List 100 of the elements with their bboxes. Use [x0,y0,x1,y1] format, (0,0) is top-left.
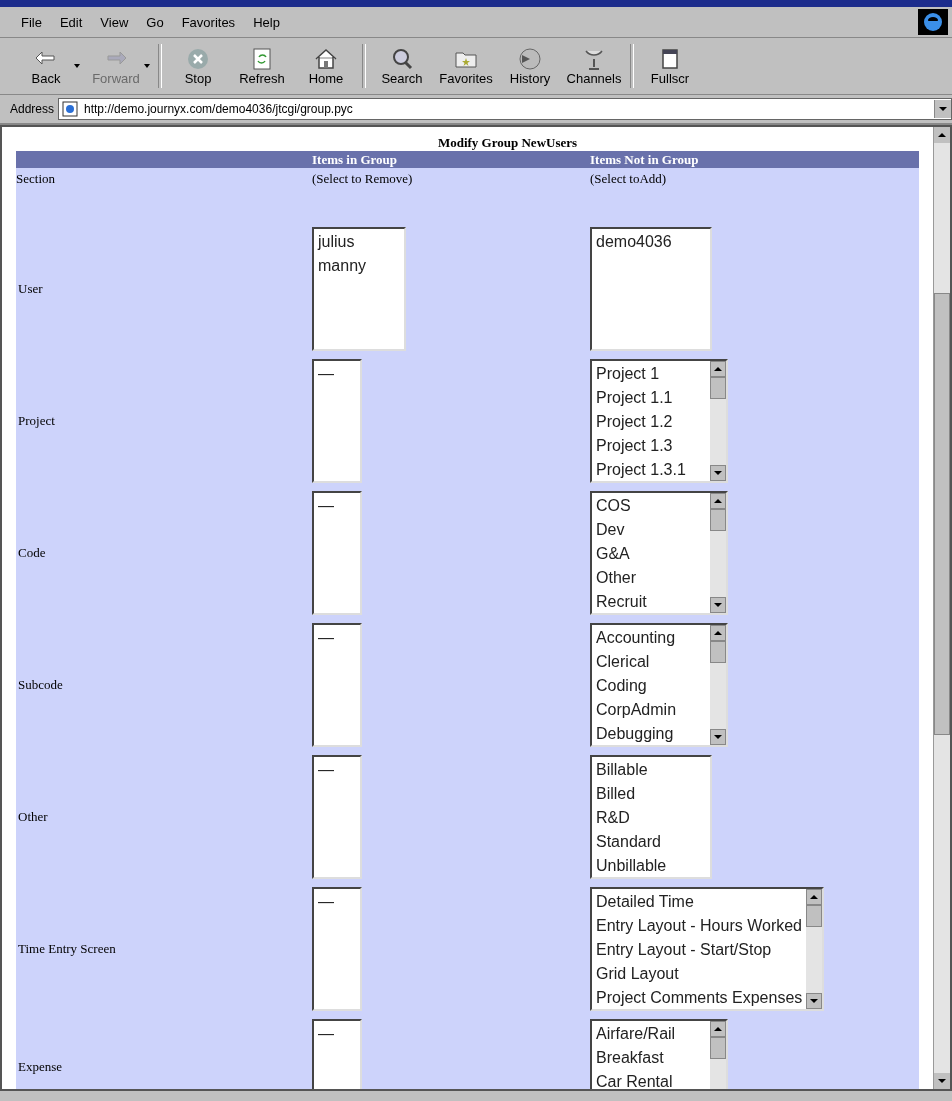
list-option[interactable]: manny [318,254,400,278]
row-label: Expense [16,1015,312,1089]
list-option[interactable]: Recruit [596,590,706,613]
row-label: User [16,223,312,355]
row-label: Project [16,355,312,487]
menu-item[interactable]: Help [244,14,289,30]
scroll-thumb[interactable] [806,905,823,927]
scroll-up-icon[interactable] [714,1027,722,1031]
list-option[interactable]: Project Comments Expenses [596,986,803,1009]
list-box[interactable]: Airfare/Rail Breakfast Car Rental [590,1019,728,1089]
list-option[interactable]: R&D [596,806,706,830]
list-box[interactable]: Billable Billed R&D Standard Unbillable [590,755,712,879]
toolbar-button[interactable]: Refresh [230,44,294,88]
scroll-down-icon[interactable] [714,471,722,475]
toolbar-button[interactable]: Fullscr [638,44,702,88]
toolbar-button[interactable]: Stop [166,44,230,88]
scroll-thumb[interactable] [710,509,726,531]
row-label: Other [16,751,312,883]
scroll-down-icon[interactable] [810,999,819,1003]
column-header: Items in Group [312,151,590,168]
list-option[interactable]: G&A [596,542,706,566]
list-option[interactable]: Dev [596,518,706,542]
scroll-thumb[interactable] [710,641,726,663]
list-option[interactable]: Airfare/Rail [596,1022,706,1046]
list-box[interactable]: Detailed Time Entry Layout - Hours Worked Entry Layout - Start/Stop Grid Layout Project Comments Expenses [590,887,825,1011]
address-label: Address [10,102,55,116]
list-option[interactable]: Car Rental [596,1070,706,1089]
scrollbar[interactable] [806,889,823,1009]
toolbar-button[interactable]: Home [294,44,358,88]
page-title: Modify Group NewUsers [436,135,579,151]
list-option[interactable]: CorpAdmin [596,698,706,722]
scroll-up-icon[interactable] [714,367,722,371]
list-option[interactable]: Accounting [596,626,706,650]
list-option[interactable]: — [318,494,356,518]
list-option[interactable]: Grid Layout [596,962,803,986]
caret-icon[interactable] [74,64,80,68]
scrollbar[interactable] [710,361,726,481]
list-option[interactable]: Detailed Time [596,890,803,914]
list-option[interactable]: Coding [596,674,706,698]
list-option[interactable]: Other [596,566,706,590]
table-cell: (Select toAdd) [590,168,919,223]
toolbar-button[interactable]: Search [370,44,434,88]
toolbar-button[interactable]: Back [14,44,78,88]
list-option[interactable]: — [318,1022,356,1046]
list-box[interactable]: Accounting Clerical Coding CorpAdmin Debugging [590,623,728,747]
scroll-down-icon[interactable] [714,735,722,739]
list-option[interactable]: Entry Layout - Hours Worked [596,914,803,938]
list-option[interactable]: COS [596,494,706,518]
menu-item[interactable]: File [12,14,51,30]
list-option[interactable]: Project 1 [596,362,706,386]
list-box[interactable]: COS Dev G&A Other Recruit [590,491,728,615]
list-option[interactable]: — [318,758,356,782]
list-box[interactable]: demo4036 [590,227,712,351]
list-option[interactable]: Project 1.3 [596,434,706,458]
list-option[interactable]: — [318,362,356,386]
scroll-thumb[interactable] [710,1037,726,1059]
scroll-down-icon[interactable] [938,1079,946,1083]
list-option[interactable]: Clerical [596,650,706,674]
menu-item[interactable]: Favorites [172,14,245,30]
scrollbar[interactable] [710,625,726,745]
scroll-thumb[interactable] [710,377,726,399]
list-box[interactable]: — [312,887,362,1011]
menu-item[interactable]: Go [137,14,173,30]
list-option[interactable]: Entry Layout - Start/Stop [596,938,803,962]
page-scrollbar[interactable] [933,127,950,1089]
scroll-thumb[interactable] [934,293,950,735]
address-field[interactable]: http://demo.journyx.com/demo4036/jtcgi/group.pyc [58,98,952,120]
toolbar-button[interactable]: Favorites [434,44,498,88]
list-box[interactable]: — [312,755,362,879]
list-option[interactable]: Breakfast [596,1046,706,1070]
list-box[interactable]: — [312,491,362,615]
list-option[interactable]: Billable [596,758,706,782]
list-option[interactable]: — [318,890,356,914]
list-option[interactable]: Debugging [596,722,706,745]
list-box[interactable]: — [312,623,362,747]
menu-item[interactable]: Edit [50,14,92,30]
list-option[interactable]: Billed [596,782,706,806]
list-option[interactable]: demo4036 [596,230,706,254]
dropdown-button[interactable] [934,100,951,118]
scroll-down-icon[interactable] [714,603,722,607]
menu-item[interactable]: View [91,14,138,30]
list-box[interactable]: julius manny [312,227,406,351]
list-box[interactable]: Project 1 Project 1.1 Project 1.2 Project 1.3 Project 1.3.1 [590,359,728,483]
list-option[interactable]: Standard [596,830,706,854]
scrollbar[interactable] [710,493,726,613]
list-option[interactable]: julius [318,230,400,254]
list-box[interactable]: — [312,359,362,483]
list-box[interactable]: — [312,1019,362,1089]
scroll-up-icon[interactable] [938,133,946,137]
scroll-up-icon[interactable] [714,631,722,635]
scroll-up-icon[interactable] [714,499,722,503]
list-option[interactable]: — [318,626,356,650]
list-option[interactable]: Project 1.3.1 [596,458,706,481]
toolbar-button[interactable]: Channels [562,44,626,88]
list-option[interactable]: Project 1.1 [596,386,706,410]
scroll-up-icon[interactable] [810,895,819,899]
browser-logo-icon [918,9,948,35]
toolbar-button[interactable]: History [498,44,562,88]
list-option[interactable]: Unbillable [596,854,706,877]
list-option[interactable]: Project 1.2 [596,410,706,434]
